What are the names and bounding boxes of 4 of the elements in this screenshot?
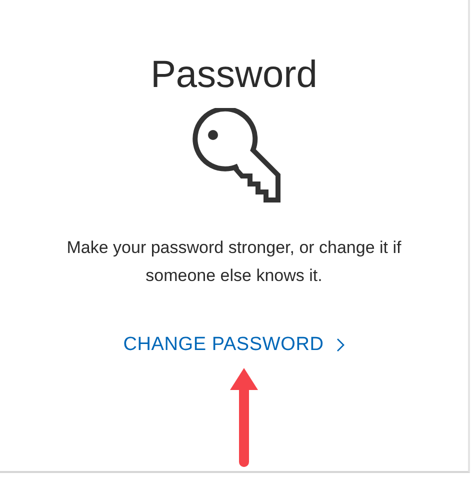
change-password-link[interactable]: CHANGE PASSWORD bbox=[123, 334, 345, 356]
card-description: Make your password stronger, or change it if someone else knows it. bbox=[66, 237, 402, 287]
chevron-icon bbox=[336, 338, 345, 352]
card-title: Password bbox=[150, 53, 318, 98]
